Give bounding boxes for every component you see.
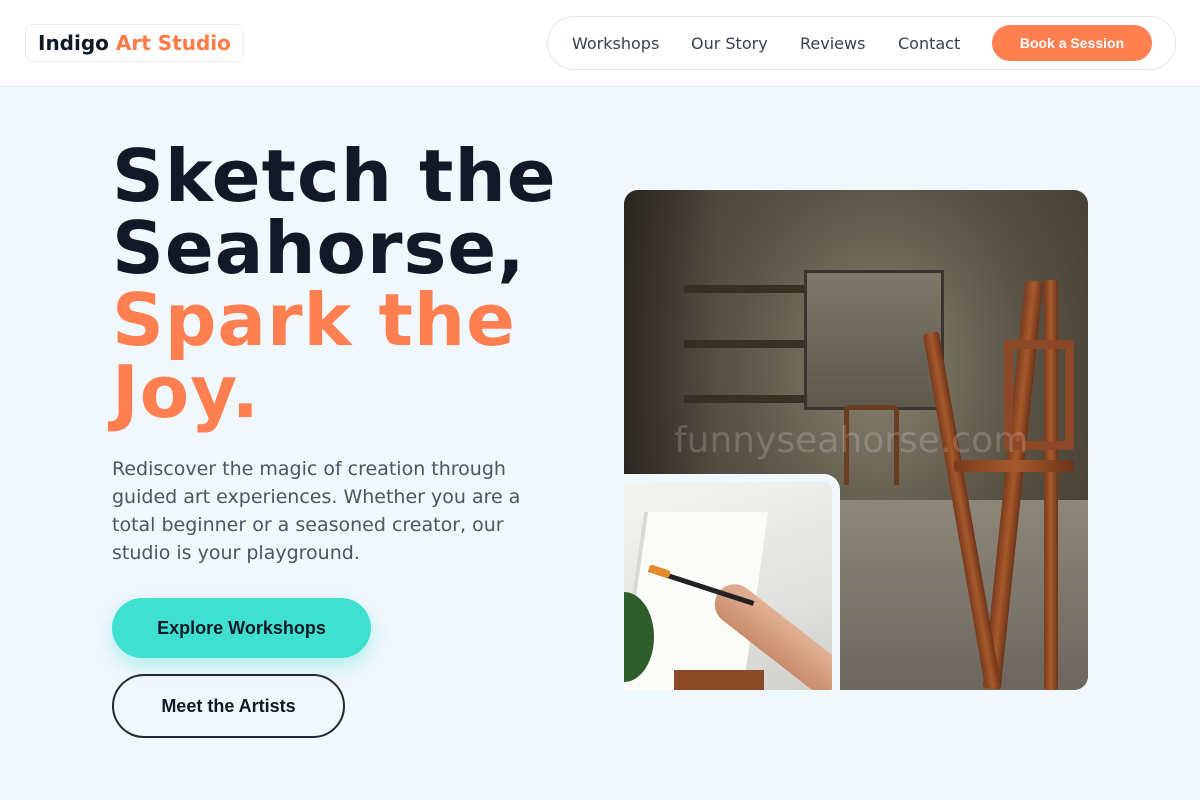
nav-link-our-story[interactable]: Our Story: [691, 34, 768, 53]
headline-line-2: Seahorse,: [112, 206, 526, 290]
logo-text-primary: Indigo: [38, 31, 109, 55]
meet-artists-button[interactable]: Meet the Artists: [112, 674, 345, 738]
site-header: Indigo Art Studio Workshops Our Story Re…: [0, 0, 1200, 87]
main-nav: Workshops Our Story Reviews Contact Book…: [547, 16, 1176, 70]
headline-line-1: Sketch the: [112, 134, 557, 218]
watermark: funnyseahorse.com: [674, 420, 1029, 461]
painting-photo: [624, 474, 840, 690]
logo[interactable]: Indigo Art Studio: [25, 24, 244, 62]
nav-link-workshops[interactable]: Workshops: [572, 34, 659, 53]
nav-link-contact[interactable]: Contact: [898, 34, 960, 53]
hero-subtitle: Rediscover the magic of creation through…: [112, 458, 521, 564]
headline-accent-line-2: Joy.: [112, 350, 260, 434]
nav-link-reviews[interactable]: Reviews: [800, 34, 865, 53]
explore-workshops-button[interactable]: Explore Workshops: [112, 598, 371, 658]
easel: [674, 670, 764, 690]
easel: [954, 460, 1074, 472]
hero-headline: Sketch the Seahorse, Spark the Joy.: [112, 140, 557, 428]
book-session-button[interactable]: Book a Session: [992, 25, 1152, 61]
headline-accent-line-1: Spark the: [112, 278, 516, 362]
logo-text-accent: Art Studio: [115, 31, 231, 55]
